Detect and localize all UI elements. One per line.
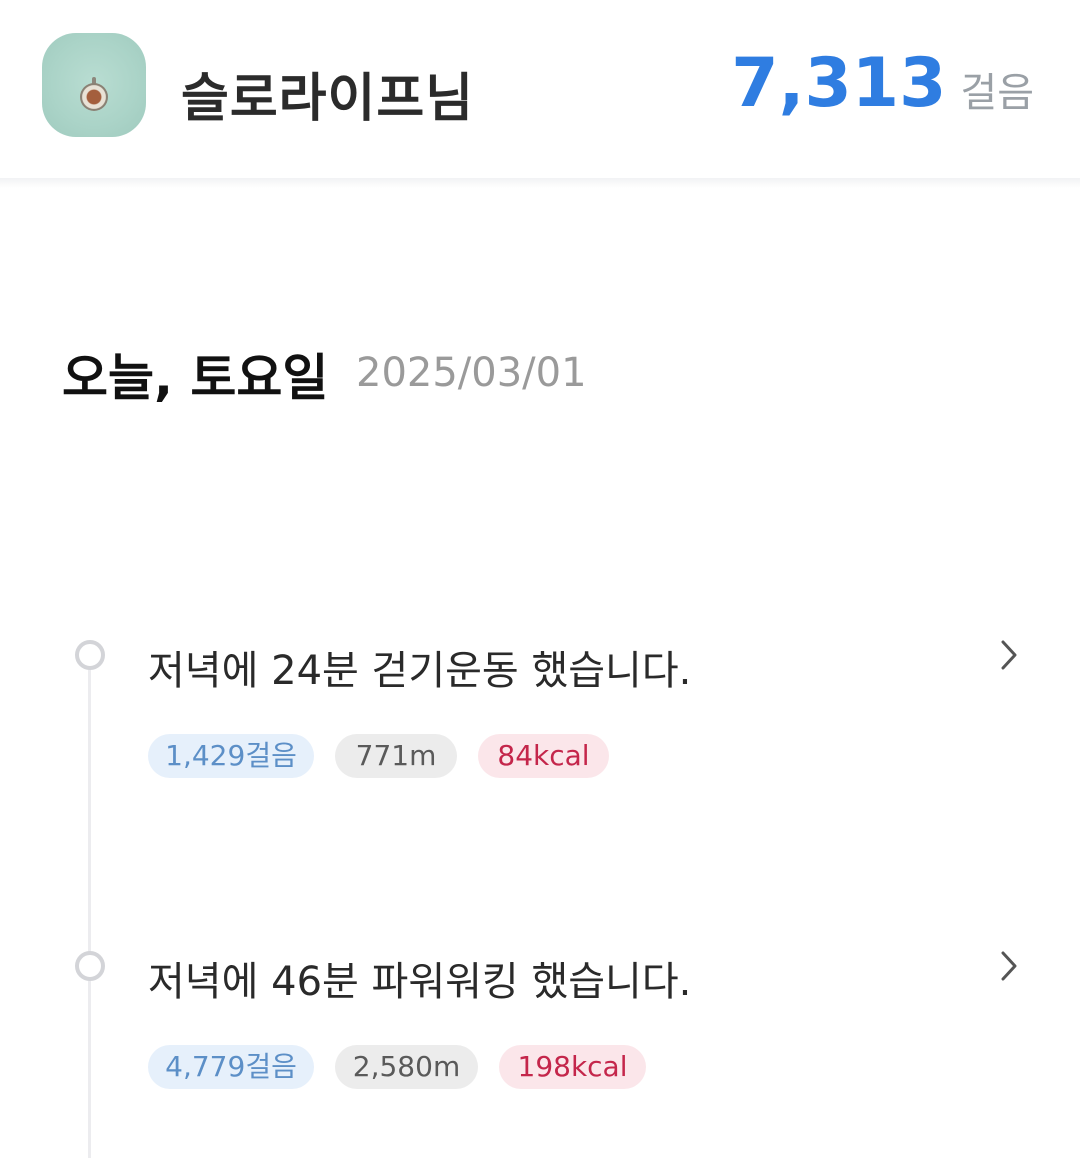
timeline-dot [75,951,105,981]
distance-badge: 2,580m [335,1045,478,1089]
distance-badge: 771m [335,734,457,778]
day-date: 2025/03/01 [356,350,587,396]
header-divider [0,178,1080,188]
total-steps-value: 7,313 [731,44,947,123]
steps-badge: 1,429걸음 [148,734,314,778]
total-steps-unit: 걸음 [960,70,1034,116]
profile-header: 슬로라이프님 7,313 걸음 [0,0,1080,178]
chevron-right-icon[interactable] [996,949,1022,983]
timeline-line [88,664,91,1158]
profile-avatar[interactable] [42,33,146,137]
username: 슬로라이프님 [181,69,475,129]
calories-badge: 198kcal [499,1045,646,1089]
activity-title[interactable]: 저녁에 24분 걷기운동 했습니다. [148,638,691,696]
avatar-image [80,83,108,111]
steps-badge: 4,779걸음 [148,1045,314,1089]
activity-title[interactable]: 저녁에 46분 파워워킹 했습니다. [148,949,691,1007]
calories-badge: 84kcal [478,734,609,778]
timeline-dot [75,640,105,670]
total-steps: 7,313 걸음 [731,44,1034,123]
chevron-right-icon[interactable] [996,638,1022,672]
day-title: 오늘, 토요일 [62,349,329,407]
